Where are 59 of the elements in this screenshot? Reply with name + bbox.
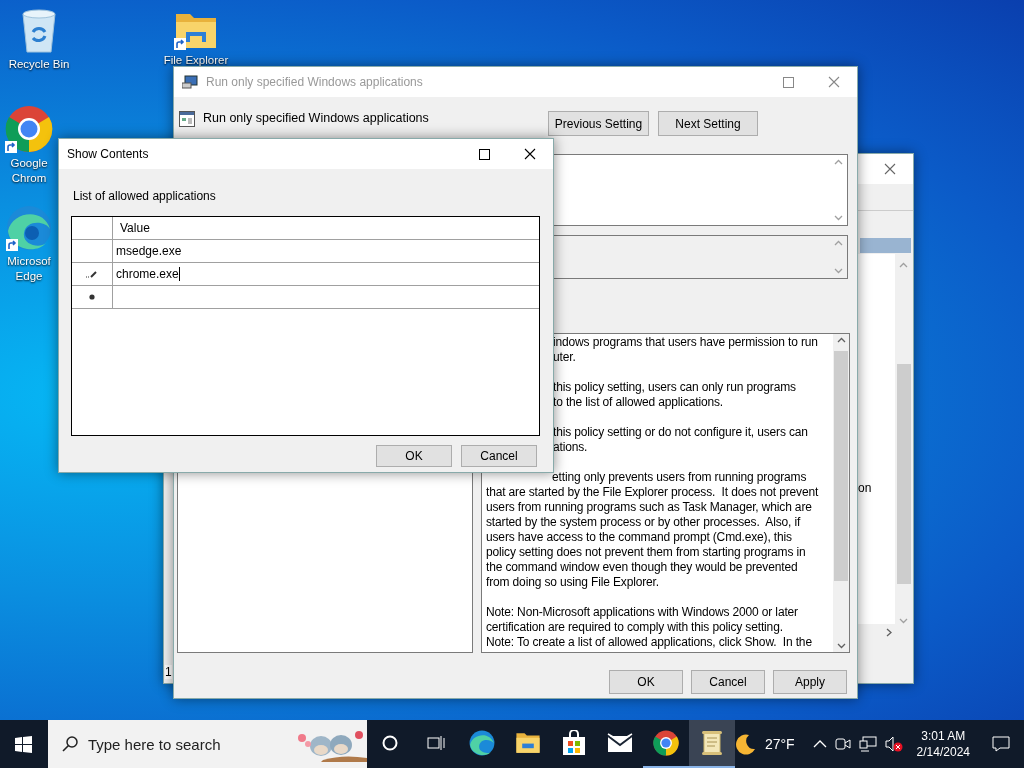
scroll-icon[interactable] [700, 730, 723, 756]
computer-icon [182, 75, 198, 89]
scroll-right-icon[interactable] [886, 628, 892, 637]
help-paragraph: this policy setting, users can only run programs to the list of allowed applications. [552, 380, 797, 410]
volume-muted-icon[interactable] [884, 736, 903, 752]
dialog-button[interactable]: OK [376, 445, 452, 467]
column-header[interactable]: Value [113, 217, 539, 239]
window-title: Show Contents [67, 147, 149, 161]
dialog-button[interactable]: Cancel [461, 445, 537, 467]
help-paragraph: indows programs that users have permission to run uter. [552, 335, 819, 365]
clock-time[interactable]: 3:01 AM [921, 728, 966, 744]
scroll-down-icon[interactable] [836, 643, 846, 649]
icon-label[interactable]: Google Chrom [10, 156, 48, 186]
icon-label[interactable]: Recycle Bin [8, 57, 70, 72]
table-cell[interactable]: chrome.exe [113, 263, 539, 285]
dialog-button[interactable]: Cancel [691, 670, 765, 694]
weather-temperature[interactable]: 27°F [764, 736, 795, 752]
list-text: on [858, 481, 872, 495]
maximize-icon[interactable] [478, 148, 490, 160]
shopping-bag-icon[interactable] [562, 730, 587, 756]
recycle-bin-icon[interactable] [19, 8, 59, 54]
notification-icon[interactable] [992, 736, 1010, 752]
close-icon[interactable] [524, 148, 536, 160]
nav-button[interactable]: Previous Setting [548, 111, 649, 136]
clock-date[interactable]: 2/14/2024 [916, 744, 970, 760]
search-icon [61, 736, 78, 752]
shortcut-arrow-icon [174, 38, 186, 50]
scroll-thumb[interactable] [897, 364, 911, 584]
icon-label[interactable]: File Explorer [163, 53, 229, 68]
help-paragraph: this policy setting or do not configure it, users can ations. [552, 425, 809, 455]
chevron-up-icon[interactable] [812, 740, 827, 748]
policy-icon [179, 111, 195, 127]
task-view-icon[interactable] [427, 735, 446, 751]
scroll-down-icon[interactable] [834, 215, 843, 221]
browser-icon[interactable] [6, 205, 52, 251]
dialog-button[interactable]: Apply [773, 670, 847, 694]
scroll-thumb[interactable] [834, 351, 848, 581]
browser-icon[interactable] [652, 730, 679, 756]
list-label: List of allowed applications [73, 189, 217, 203]
folder-icon[interactable] [515, 732, 542, 754]
help-paragraph: Note: Non-Microsoft applications with Windows 2000 or later certification are required to comply with this policy setting. Note: To create a list of allowed applications, click Show. In the [486, 605, 813, 650]
scroll-up-icon[interactable] [834, 159, 843, 165]
status-text: 1 [165, 665, 172, 679]
shortcut-arrow-icon [5, 141, 17, 153]
dialog-button[interactable]: OK [609, 670, 683, 694]
envelope-icon[interactable] [607, 733, 633, 753]
network-icon[interactable] [858, 736, 877, 752]
new-row-icon [89, 294, 95, 300]
browser-icon[interactable] [469, 730, 496, 756]
shortcut-arrow-icon [6, 239, 18, 251]
scroll-up-icon[interactable] [836, 337, 846, 343]
moon-icon[interactable] [734, 733, 757, 755]
nav-button[interactable]: Next Setting [658, 111, 758, 136]
table-cell[interactable]: msedge.exe [113, 240, 539, 262]
window-title: Run only specified Windows applications [206, 75, 423, 89]
setting-title: Run only specified Windows applications [203, 111, 430, 125]
camera-icon[interactable] [834, 736, 851, 752]
help-paragraph: etting only prevents users from running programs that are started by the File Explorer process. It does not prevent users from running programs such as Task Manager, which are started by the system process or by other processes. Also, if users have access to the command prompt (Cmd.exe), this policy setting does not prevent them from starting programs in the command window even though they would be prevented from doing so using File Explorer. [486, 470, 820, 590]
windows-start-icon[interactable] [15, 735, 33, 753]
